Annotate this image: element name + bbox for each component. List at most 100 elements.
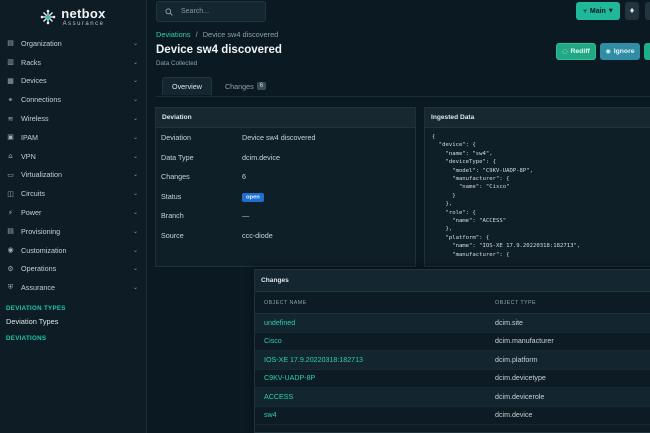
sidebar-item-label: Assurance — [21, 283, 55, 293]
file-document-icon: ▤ — [7, 227, 14, 236]
ethernet-icon: ⚭ — [7, 95, 14, 104]
table-row: IOS-XE 17.9.20220318:182713 dcim.platform — [255, 351, 650, 370]
search-icon — [165, 7, 173, 16]
logo-name: netbox — [61, 6, 106, 21]
sidebar-item-ipam[interactable]: ▣ IPAM ⌄ — [0, 128, 146, 147]
sidebar-item-vpn[interactable]: ⌂ VPN ⌄ — [0, 147, 146, 166]
attribute-key: Branch — [161, 211, 184, 221]
attribute-value: Device sw4 discovered — [242, 133, 316, 143]
attribute-key: Source — [161, 230, 184, 240]
rediff-icon: ◌ — [562, 48, 568, 55]
sidebar-item-assurance[interactable]: ⛨ Assurance ⌄ — [0, 278, 146, 297]
chevron-down-icon: ▼ — [608, 8, 613, 14]
ingested-data-json: { "device": { "name": "sw4", "deviceType… — [432, 134, 581, 258]
monitor-icon: ▭ — [7, 170, 14, 179]
sidebar-item-organization[interactable]: ▤ Organization ⌄ — [0, 34, 146, 53]
object-name-link[interactable]: Cisco — [255, 337, 495, 345]
user-menu-button[interactable] — [645, 2, 650, 20]
object-name-link[interactable]: IOS-XE 17.9.20220318:182713 — [255, 356, 495, 364]
page-subtitle: Data Collected — [156, 60, 198, 67]
tab-overview-label: Overview — [172, 82, 202, 91]
sidebar-item-label: IPAM — [21, 132, 39, 142]
attribute-key: Deviation — [161, 133, 191, 143]
rediff-button[interactable]: ◌ Rediff — [556, 43, 596, 60]
attribute-value: ccc-diode — [242, 230, 273, 240]
sidebar-item-wireless[interactable]: ≋ Wireless ⌄ — [0, 109, 146, 128]
chevron-down-icon: ⌄ — [132, 265, 138, 273]
changes-panel: Changes OBJECT NAME OBJECT TYPE undefine… — [254, 269, 650, 433]
tab-overview[interactable]: Overview — [162, 77, 212, 95]
tunnel-icon: ⌂ — [8, 152, 13, 161]
chevron-down-icon: ⌄ — [132, 246, 138, 254]
sidebar-item-label: Organization — [21, 38, 62, 48]
sidebar-item-label: Provisioning — [21, 226, 61, 236]
logo[interactable]: netbox Assurance — [0, 0, 146, 34]
breadcrumb-deviations-link[interactable]: Deviations — [156, 30, 191, 39]
sidebar-item-operations[interactable]: ⚙ Operations ⌄ — [0, 260, 146, 279]
sidebar-item-label: Devices — [21, 76, 47, 86]
logo-subtitle: Assurance — [62, 21, 105, 27]
sidebar: netbox Assurance ▤ Organization ⌄ ▥ Racks ⌄ ▦ D… — [0, 0, 147, 433]
sidebar-item-virtualization[interactable]: ▭ Virtualization ⌄ — [0, 166, 146, 185]
ignore-button[interactable]: ◉ Ignore — [600, 43, 640, 60]
lightbulb-icon: ♦ — [628, 7, 636, 15]
chevron-down-icon: ⌄ — [132, 171, 138, 179]
object-type: dcim.devicetype — [495, 374, 546, 383]
sidebar-item-power[interactable]: ⚡ Power ⌄ — [0, 203, 146, 222]
more-actions-button[interactable] — [644, 43, 650, 60]
object-type: dcim.device — [495, 411, 533, 420]
tab-changes-count: 6 — [256, 82, 267, 90]
sidebar-item-devices[interactable]: ▦ Devices ⌄ — [0, 72, 146, 91]
netbox-logo-icon — [40, 9, 56, 25]
breadcrumb-current: Device sw4 discovered — [202, 30, 279, 39]
attribute-row: Status open — [156, 187, 415, 207]
chevron-down-icon: ⌄ — [132, 284, 138, 292]
object-name-link[interactable]: sw4 — [255, 411, 495, 419]
sidebar-item-label: Racks — [21, 57, 41, 67]
branch-selector-button[interactable]: ⑂ Main ▼ — [576, 2, 620, 20]
attribute-value: — — [242, 211, 250, 221]
deviation-card-heading: Deviation — [156, 108, 415, 128]
tabs: Overview Changes 6 — [162, 77, 275, 95]
search-input[interactable]: Search... — [156, 1, 266, 22]
cogs-icon: ⚙ — [7, 264, 14, 273]
wifi-icon: ≋ — [7, 114, 14, 123]
sidebar-link-deviation-types[interactable]: Deviation Types — [0, 313, 146, 329]
table-row: sw4 dcim.device — [255, 407, 650, 425]
sidebar-item-connections[interactable]: ⚭ Connections ⌄ — [0, 90, 146, 109]
sidebar-item-provisioning[interactable]: ▤ Provisioning ⌄ — [0, 222, 146, 241]
deviation-attributes: Deviation Device sw4 discovered Data Type d… — [156, 128, 415, 245]
table-row: Cisco dcim.manufacturer — [255, 333, 650, 351]
changes-table-header: OBJECT NAME OBJECT TYPE — [255, 292, 650, 314]
sidebar-item-circuits[interactable]: ◫ Circuits ⌄ — [0, 184, 146, 203]
tab-changes-label: Changes — [224, 81, 254, 91]
sidebar-item-racks[interactable]: ▥ Racks ⌄ — [0, 53, 146, 72]
breadcrumb: Deviations / Device sw4 discovered — [156, 30, 278, 39]
sidebar-item-label: Power — [21, 208, 42, 218]
attribute-value: 6 — [242, 172, 246, 182]
sidebar-item-label: Operations — [21, 264, 57, 274]
object-name-link[interactable]: ACCESS — [255, 393, 495, 401]
branch-label: Main — [589, 7, 606, 15]
building-icon: ▤ — [7, 39, 14, 48]
tab-changes[interactable]: Changes 6 — [216, 77, 275, 95]
object-name-link[interactable]: undefined — [255, 319, 495, 327]
changes-heading: Changes — [255, 270, 650, 292]
theme-toggle-button[interactable]: ♦ — [625, 2, 639, 20]
palette-icon: ◉ — [7, 246, 14, 255]
status-badge: open — [242, 193, 264, 203]
rediff-label: Rediff — [570, 48, 590, 55]
sidebar-item-label: VPN — [21, 151, 36, 161]
sidebar-item-label: Wireless — [21, 114, 49, 124]
object-type: dcim.manufacturer — [495, 337, 554, 346]
attribute-key: Status — [161, 191, 182, 201]
section-deviation-types: DEVIATION TYPES — [6, 304, 66, 312]
changes-table-body: undefined dcim.site Cisco dcim.manufacturer… — [255, 314, 650, 425]
object-type: dcim.platform — [495, 355, 538, 364]
server-icon: ▦ — [7, 76, 14, 85]
object-type: dcim.devicerole — [495, 392, 545, 401]
sidebar-nav: ▤ Organization ⌄ ▥ Racks ⌄ ▦ Devices ⌄ ⚭ Connectio… — [0, 34, 146, 297]
search-placeholder: Search... — [181, 8, 210, 15]
sidebar-item-customization[interactable]: ◉ Customization ⌄ — [0, 241, 146, 260]
object-name-link[interactable]: C9KV-UADP-8P — [255, 374, 495, 382]
